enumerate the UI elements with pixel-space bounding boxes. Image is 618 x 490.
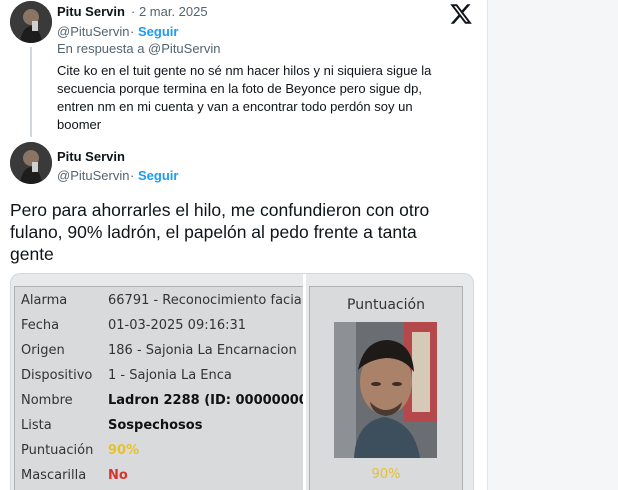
row-value: 1 - Sajonia La Enca [108,368,232,383]
separator: · [130,168,135,183]
score-value: 90% [371,467,401,482]
table-row: Alarma 66791 - Reconocimiento facia [15,289,305,314]
thread-line [30,47,32,137]
author-handle[interactable]: @PituServin [57,24,129,39]
alarm-details-table: Alarma 66791 - Reconocimiento facia Fech… [14,286,306,490]
row-label: Origen [21,343,65,358]
author-name[interactable]: Pitu Servin [57,4,125,19]
score-title: Puntuación [347,297,425,313]
author-name[interactable]: Pitu Servin [57,149,125,164]
row-label: Alarma [21,293,68,308]
table-row: Nombre Ladron 2288 (ID: 00000000) [15,389,305,414]
follow-button[interactable]: Seguir [138,24,178,39]
row-label: Lista [21,418,52,433]
row-label: Dispositivo [21,368,93,383]
row-value: 186 - Sajonia La Encarnacion [108,343,297,358]
reply-tweet-text: Cite ko en el tuit gente no sé nm hacer … [57,63,432,132]
table-row: Origen 186 - Sajonia La Encarnacion [15,339,305,364]
row-value: 01-03-2025 09:16:31 [108,318,247,333]
avatar[interactable] [10,1,52,43]
face-photo [334,322,437,458]
table-row: Fecha 01-03-2025 09:16:31 [15,314,305,339]
tweet-image[interactable]: Alarma 66791 - Reconocimiento facia Fech… [10,273,474,490]
mask-row-value: No [108,468,128,483]
table-row: Puntuación 90% [15,439,305,464]
image-divider [303,274,306,490]
follow-button[interactable]: Seguir [138,168,178,183]
main-tweet-text: Pero para ahorrarles el hilo, me confund… [10,200,430,264]
table-row: Lista Sospechosos [15,414,305,439]
row-label: Nombre [21,393,73,408]
table-row: Dispositivo 1 - Sajonia La Enca [15,364,305,389]
row-value: Ladron 2288 (ID: 00000000) [108,393,303,408]
row-label: Puntuación [21,443,94,458]
row-value: 66791 - Reconocimiento facia [108,293,302,308]
table-row: Mascarilla No [15,464,305,489]
row-label: Mascarilla [21,468,87,483]
row-value: Sospechosos [108,418,203,433]
score-panel: Puntuación 90% [309,286,463,490]
separator: · [130,24,135,39]
tweet-date[interactable]: · 2 mar. 2025 [131,4,208,19]
score-row-value: 90% [108,443,140,458]
tweet-card: Pitu Servin · 2 mar. 2025 @PituServin · … [0,0,488,490]
avatar[interactable] [10,142,52,184]
row-label: Fecha [21,318,60,333]
author-handle[interactable]: @PituServin [57,168,129,183]
in-reply-to[interactable]: En respuesta a @PituServin [57,41,221,56]
x-logo-icon[interactable] [449,2,473,26]
